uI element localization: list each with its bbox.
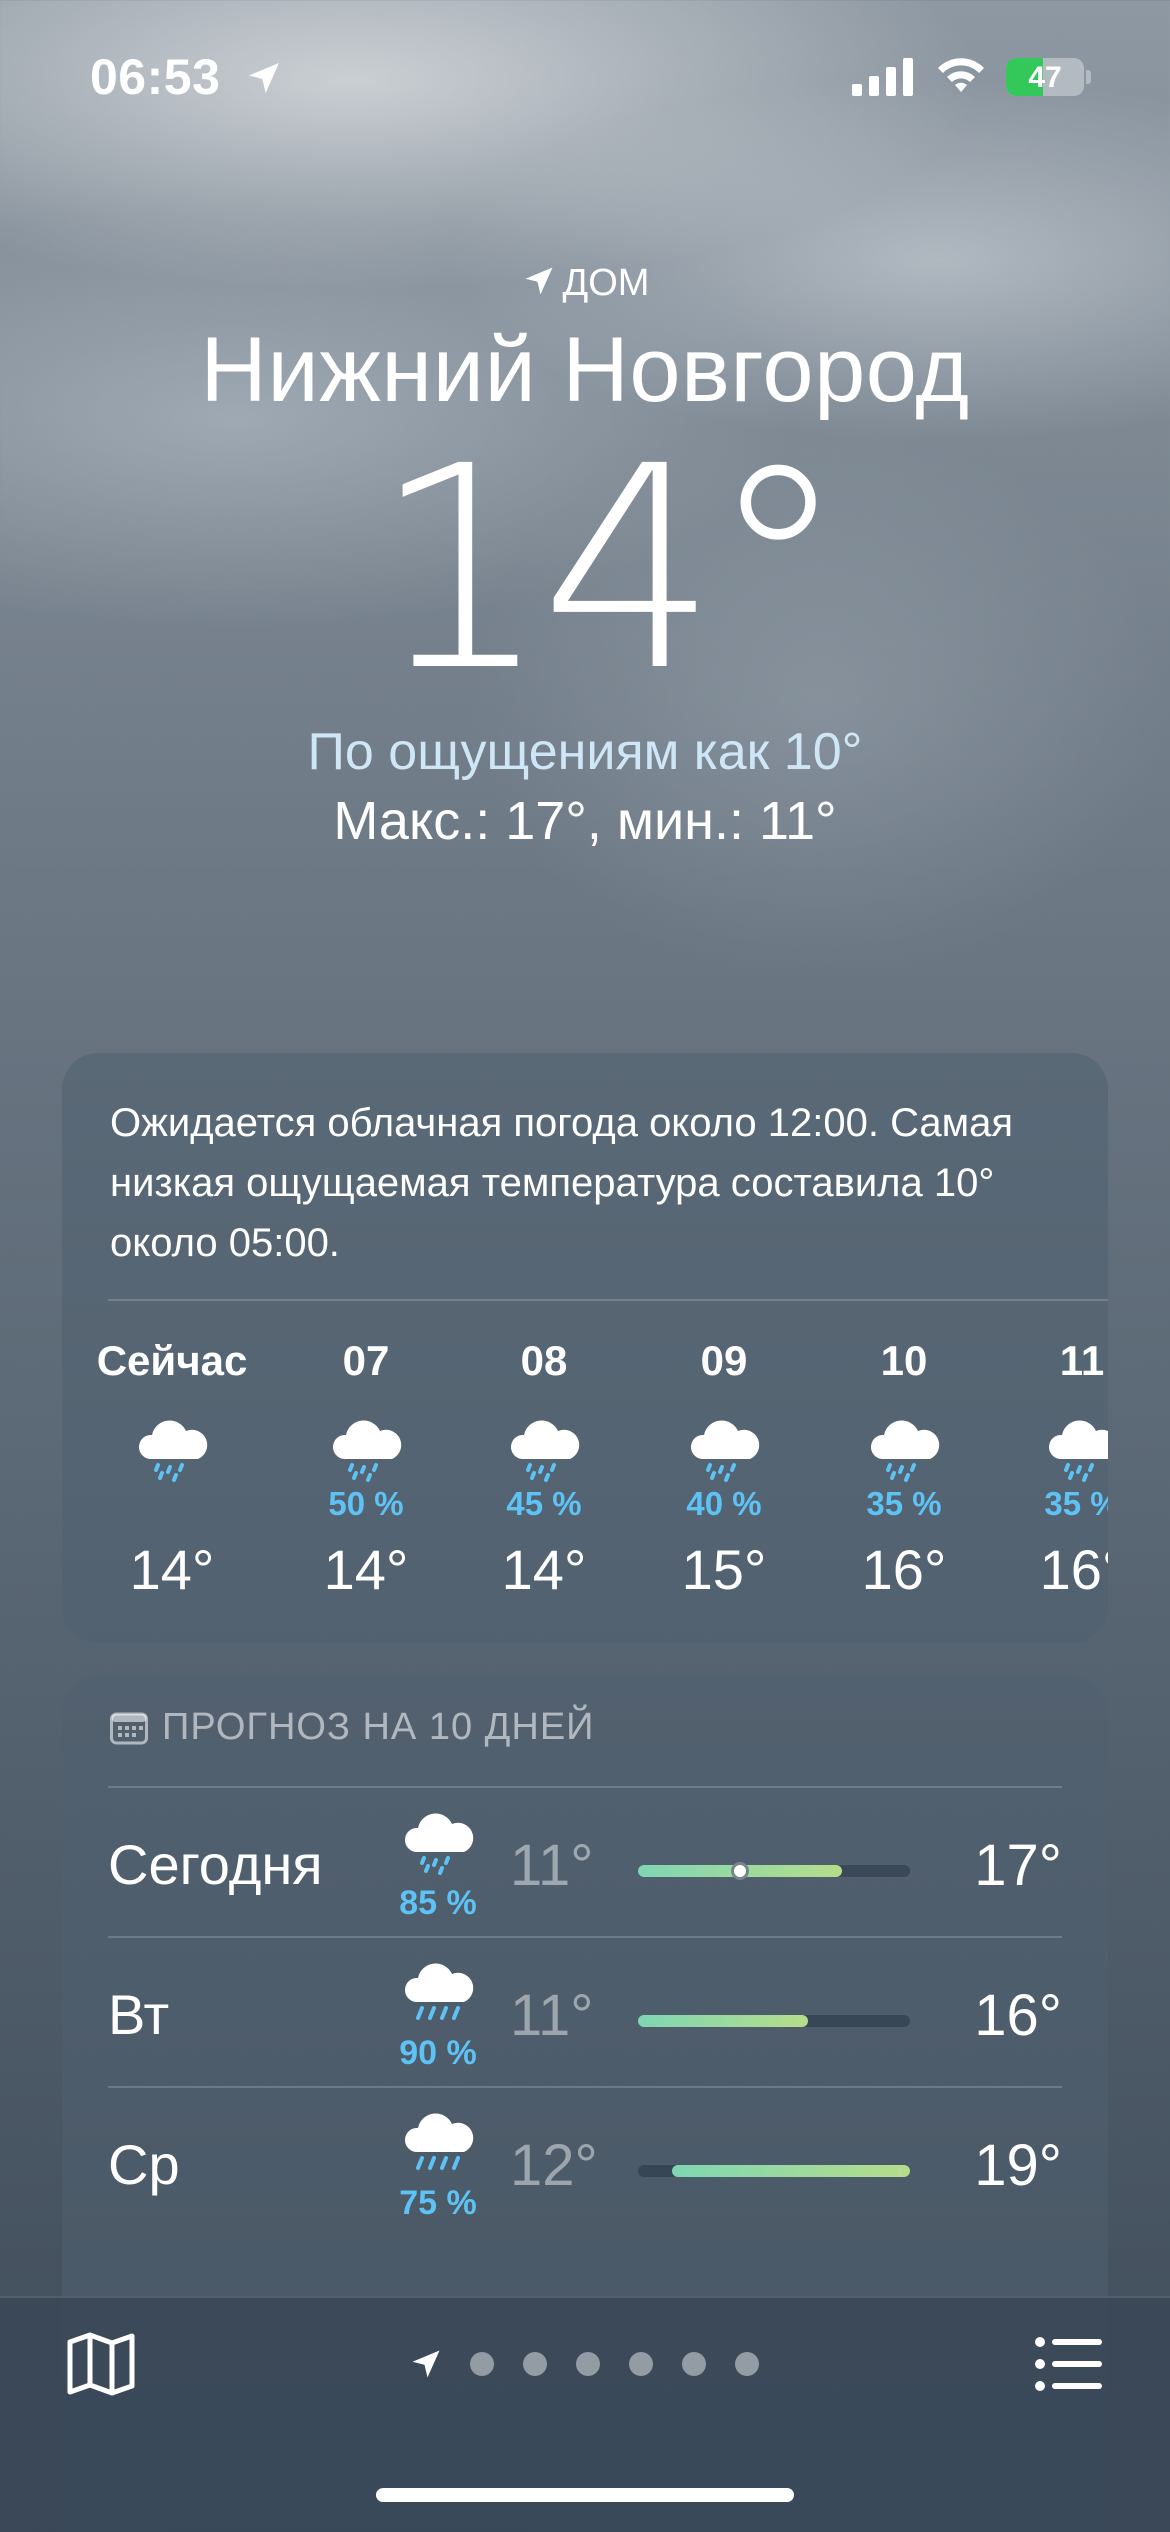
day-min-temp: 12° [510, 2133, 598, 2198]
hour-label: 11 [1059, 1337, 1105, 1384]
hour-precipitation: 35 % [1044, 1485, 1108, 1522]
hour-precipitation: 45 % [506, 1485, 582, 1522]
hour-temperature: 14° [323, 1538, 409, 1601]
page-dot[interactable] [523, 2352, 547, 2376]
day-precipitation: 75 % [399, 2184, 477, 2222]
current-temperature: 14° [371, 407, 848, 733]
hour-temperature: 14° [129, 1538, 215, 1601]
battery-cap [1086, 70, 1091, 84]
location-arrow-icon [249, 63, 279, 93]
hour-precipitation [92, 1485, 252, 1525]
temperature-range-bar [638, 2015, 808, 2027]
day-name: Вт [108, 1983, 170, 2046]
day-min-temp: 11° [510, 1833, 594, 1898]
day-name: Сегодня [108, 1833, 323, 1896]
daily-row[interactable]: Ср 75 % 12° 19° [108, 2088, 1062, 2238]
wifi-icon [938, 58, 984, 92]
cloud-drizzle-icon [870, 1420, 940, 1482]
cloud-drizzle-icon [1049, 1420, 1108, 1482]
divider [108, 1299, 1108, 1301]
hour-temperature: 15° [681, 1538, 767, 1601]
day-max-temp: 17° [974, 1833, 1062, 1898]
home-indicator[interactable] [376, 2488, 794, 2502]
home-label: ДОМ [562, 262, 650, 304]
hour-precipitation: 50 % [328, 1485, 404, 1522]
calendar-icon [110, 1712, 148, 1745]
cloud-rain-icon [404, 1963, 474, 2020]
cloud-drizzle-icon [690, 1420, 760, 1482]
hour-temperature: 16° [1039, 1538, 1108, 1601]
status-time: 06:53 [90, 49, 221, 105]
hourly-summary: Ожидается облачная погода около 12:00. С… [110, 1101, 1014, 1265]
hour-label: 08 [520, 1337, 568, 1384]
hour-label: 09 [700, 1337, 748, 1384]
cloud-drizzle-icon [404, 1813, 474, 1875]
hourly-item: 08 45 % 14° [464, 1337, 624, 1602]
daily-title-text: ПРОГНОЗ НА 10 ДНЕЙ [162, 1706, 595, 1748]
hourly-item: 09 40 % 15° [644, 1337, 804, 1602]
cellular-signal-icon [852, 58, 913, 96]
hourly-item: Сейчас 14° [92, 1337, 252, 1602]
hour-precipitation: 40 % [686, 1485, 762, 1522]
hourly-item: 07 50 % 14° [286, 1337, 446, 1602]
daily-forecast-title: ПРОГНОЗ НА 10 ДНЕЙ [110, 1706, 594, 1749]
high-low: Макс.: 17°, мин.: 11° [333, 791, 837, 851]
temperature-range-bar [672, 2165, 910, 2177]
page-dot[interactable] [735, 2352, 759, 2376]
current-location-page-icon[interactable] [408, 2346, 444, 2382]
battery-indicator: 47 [1006, 58, 1084, 96]
hour-precipitation: 35 % [866, 1485, 942, 1522]
page-dot[interactable] [629, 2352, 653, 2376]
page-dot[interactable] [470, 2352, 494, 2376]
day-max-temp: 16° [974, 1983, 1062, 2048]
hour-temperature: 16° [861, 1538, 947, 1601]
battery-level: 47 [1028, 61, 1062, 94]
daily-row[interactable]: Вт 90 % 11° 16° [108, 1938, 1062, 2088]
cloud-rain-icon [404, 2113, 474, 2170]
cloud-drizzle-icon [138, 1420, 208, 1482]
hourly-forecast-card[interactable]: Ожидается облачная погода около 12:00. С… [62, 1053, 1108, 1643]
temperature-range-track [638, 2015, 910, 2027]
hour-label: 07 [342, 1337, 390, 1384]
day-precipitation: 90 % [399, 2034, 477, 2072]
hour-label: Сейчас [96, 1337, 248, 1384]
temperature-range-track [638, 2165, 910, 2177]
page-dot[interactable] [576, 2352, 600, 2376]
cloud-drizzle-icon [332, 1420, 402, 1482]
hour-temperature: 14° [501, 1538, 587, 1601]
day-name: Ср [108, 2133, 180, 2196]
temperature-range-track [638, 1862, 910, 1880]
map-icon[interactable] [66, 2332, 136, 2396]
hour-label: 10 [880, 1337, 928, 1384]
day-min-temp: 11° [510, 1983, 594, 2048]
home-location-label: ДОМ [0, 262, 1170, 305]
page-dot[interactable] [682, 2352, 706, 2376]
hourly-item: 11 35 % 16° [1002, 1337, 1108, 1602]
cloud-drizzle-icon [510, 1420, 580, 1482]
hourly-item: 10 35 % 16° [824, 1337, 984, 1602]
daily-row[interactable]: Сегодня 85 % 11° 17° [108, 1788, 1062, 1938]
current-temp-marker [731, 1862, 749, 1880]
location-list-icon[interactable] [1034, 2336, 1104, 2392]
day-precipitation: 85 % [399, 1884, 477, 1922]
day-max-temp: 19° [974, 2133, 1062, 2198]
location-arrow-icon [525, 267, 553, 295]
feels-like: По ощущениям как 10° [307, 723, 863, 781]
